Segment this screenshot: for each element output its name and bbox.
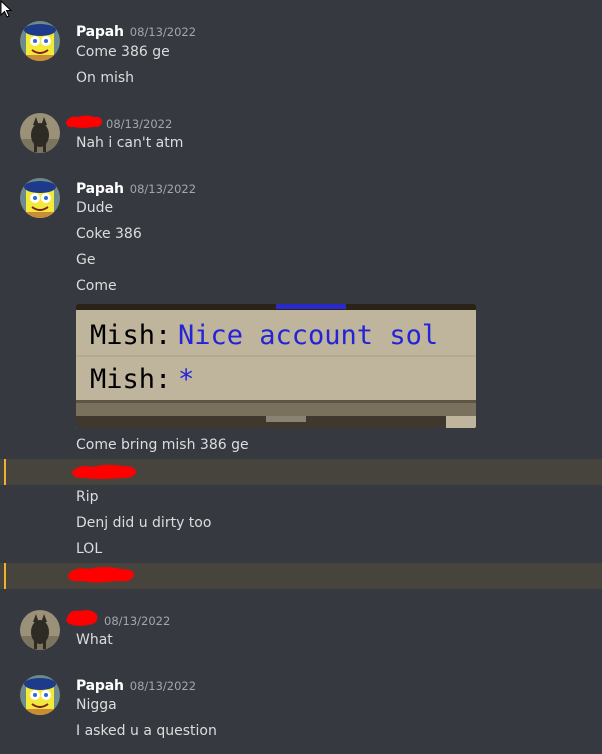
chat-page: Papah 08/13/2022 Come 386 ge On mish 08/1… bbox=[0, 0, 602, 754]
game-chat-speaker: Mish: bbox=[90, 364, 171, 395]
image-attachment[interactable]: Mish: Nice account sol Mish: * bbox=[76, 304, 476, 428]
redaction-mark bbox=[68, 567, 134, 583]
mention-highlight-row bbox=[0, 563, 602, 589]
message-text: Coke 386 bbox=[76, 226, 142, 242]
username[interactable]: Papah bbox=[76, 24, 124, 40]
message-text: Come bring mish 386 ge bbox=[76, 437, 249, 453]
mention-bar bbox=[4, 563, 6, 589]
mention-highlight-row bbox=[0, 459, 602, 485]
timestamp: 08/13/2022 bbox=[129, 25, 197, 39]
message-text: What bbox=[76, 632, 113, 648]
message-text: Denj did u dirty too bbox=[76, 515, 212, 531]
game-chat-speaker: Mish: bbox=[90, 320, 171, 351]
message-text: LOL bbox=[76, 541, 103, 557]
dog-avatar[interactable] bbox=[20, 113, 60, 153]
message-text: I asked u a question bbox=[76, 723, 217, 739]
spongebob-avatar[interactable] bbox=[20, 178, 60, 218]
mention-bar bbox=[4, 459, 6, 485]
message-text: Nigga bbox=[76, 697, 117, 713]
message-text: Nah i can't atm bbox=[76, 135, 184, 151]
mouse-cursor-icon bbox=[0, 0, 12, 18]
dog-avatar[interactable] bbox=[20, 610, 60, 650]
game-chat-text: Nice account sol bbox=[178, 320, 438, 351]
message-text: Ge bbox=[76, 252, 96, 268]
game-chat-text: * bbox=[178, 364, 194, 395]
redaction-mark bbox=[66, 610, 102, 627]
timestamp: 08/13/2022 bbox=[106, 117, 173, 131]
message-text: On mish bbox=[76, 70, 135, 86]
message-text: Rip bbox=[76, 489, 99, 505]
username[interactable]: Papah bbox=[76, 678, 124, 694]
spongebob-avatar[interactable] bbox=[20, 675, 60, 715]
username[interactable]: Papah bbox=[76, 181, 124, 197]
timestamp: 08/13/2022 bbox=[129, 679, 197, 693]
spongebob-avatar[interactable] bbox=[20, 21, 60, 61]
timestamp: 08/13/2022 bbox=[129, 182, 197, 196]
timestamp: 08/13/2022 bbox=[104, 614, 171, 628]
message-text: Come bbox=[76, 278, 117, 294]
redaction-mark bbox=[66, 115, 104, 130]
message-text: Come 386 ge bbox=[76, 44, 170, 60]
redaction-mark bbox=[72, 464, 136, 479]
message-text: Dude bbox=[76, 200, 114, 216]
